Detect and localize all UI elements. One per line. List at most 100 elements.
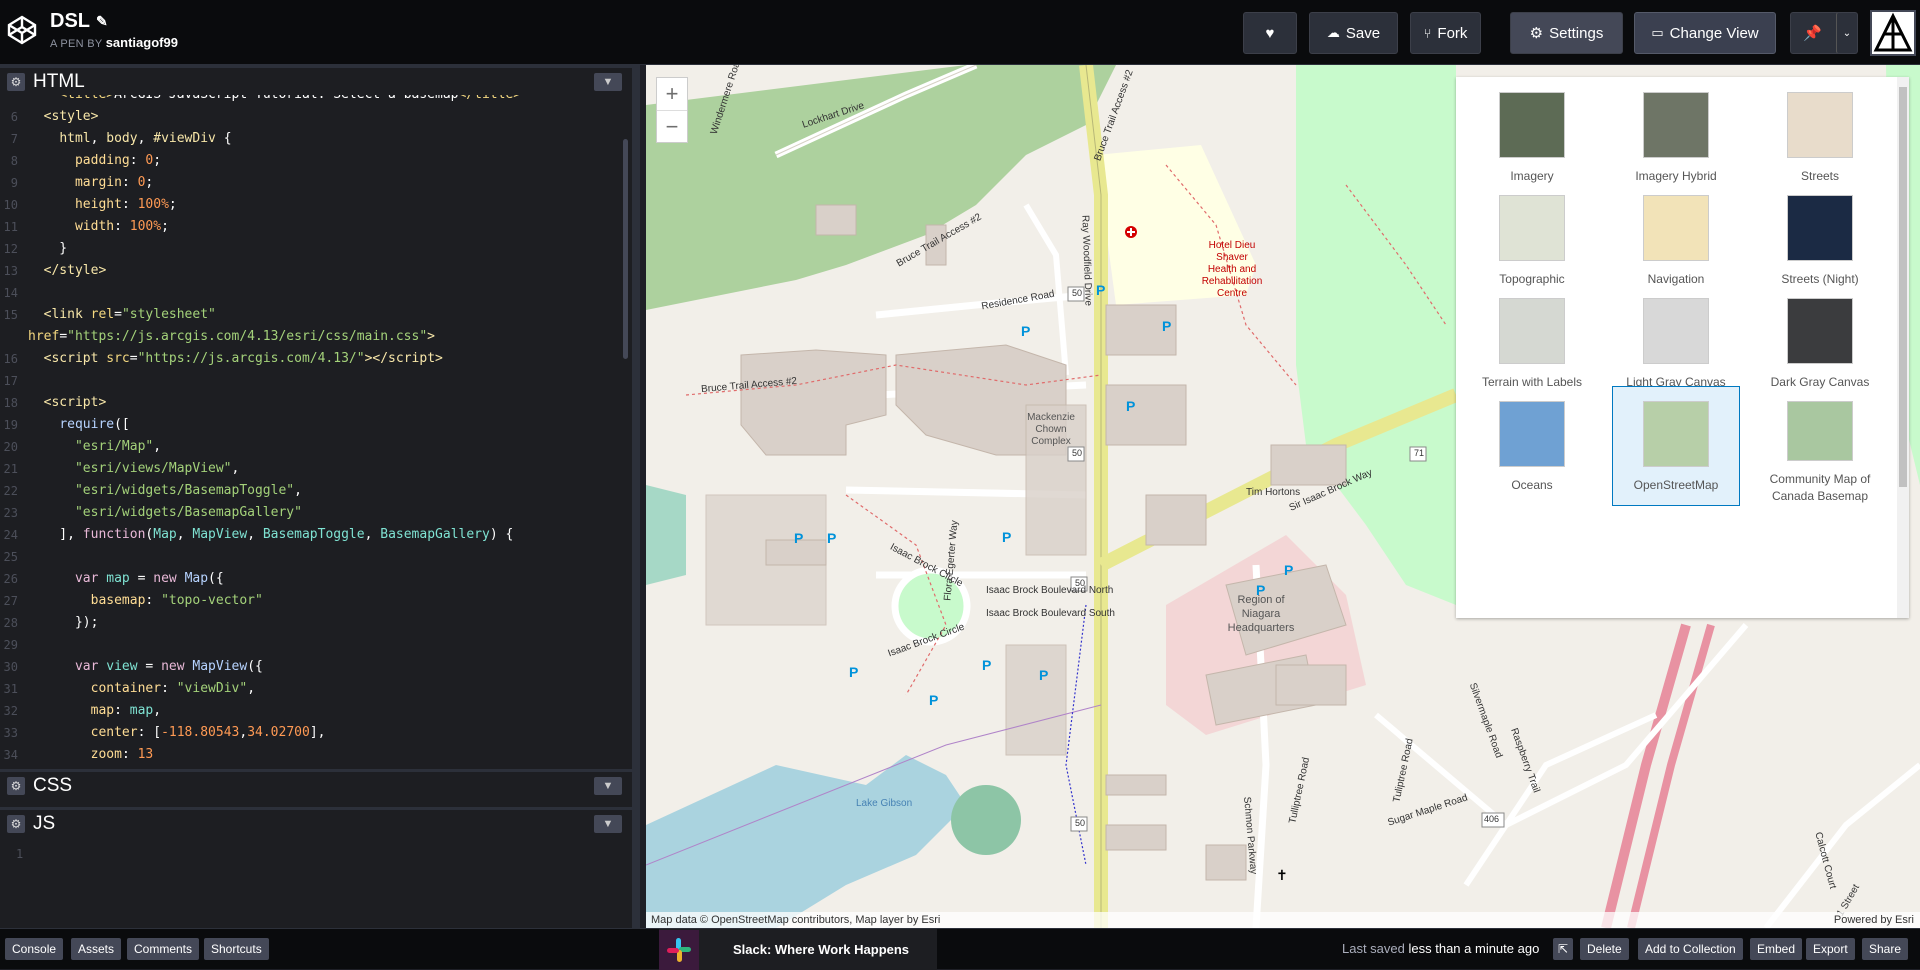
code-line[interactable]: 22 "esri/widgets/BasemapToggle",	[0, 480, 632, 502]
basemap-option[interactable]: Light Gray Canvas	[1612, 283, 1740, 403]
js-settings-gear-icon[interactable]: ⚙	[7, 814, 25, 833]
basemap-option[interactable]: Navigation	[1612, 180, 1740, 300]
code-line[interactable]: 20 "esri/Map",	[0, 436, 632, 458]
basemap-option[interactable]: Imagery	[1468, 77, 1596, 197]
assets-button[interactable]: Assets	[71, 938, 122, 960]
html-scrollbar[interactable]	[623, 139, 628, 359]
code-text: ], function(Map, MapView, BasemapToggle,…	[28, 527, 514, 542]
code-text: basemap: "topo-vector"	[90, 593, 263, 608]
code-line[interactable]: 18 <script>	[0, 392, 632, 414]
line-number: 34	[3, 748, 18, 762]
zoom-in-button[interactable]: +	[657, 78, 687, 110]
code-line[interactable]: 27 basemap: "topo-vector"	[0, 590, 632, 612]
settings-button[interactable]: ⚙ Settings	[1510, 12, 1623, 54]
code-line[interactable]: 15 <link rel="stylesheet"	[0, 304, 632, 326]
js-panel-chevron-down-icon[interactable]: ▼	[594, 815, 622, 833]
code-line[interactable]: 33 center: [-118.80543,34.02700],	[0, 722, 632, 744]
basemap-option[interactable]: Topographic	[1468, 180, 1596, 300]
share-button[interactable]: Share	[1862, 938, 1909, 960]
js-code-area[interactable]: 1	[0, 837, 632, 923]
code-line[interactable]: 10 height: 100%;	[0, 194, 632, 216]
basemap-option[interactable]: Streets	[1756, 77, 1884, 197]
zoom-out-button[interactable]: −	[657, 110, 687, 142]
avatar[interactable]	[1870, 10, 1916, 56]
open-external-button[interactable]: ⇱	[1553, 938, 1573, 960]
code-line[interactable]: 28 });	[0, 612, 632, 634]
shortcuts-button[interactable]: Shortcuts	[204, 938, 269, 960]
code-line[interactable]: 29	[0, 634, 632, 656]
basemap-label: Community Map of Canada Basemap	[1769, 472, 1871, 503]
svg-text:P: P	[1002, 529, 1011, 545]
code-text: padding: 0;	[74, 153, 162, 168]
basemap-option[interactable]: OpenStreetMap	[1612, 386, 1740, 506]
code-line[interactable]: <title>ArcGIS JavaScript Tutorial: Selec…	[0, 95, 632, 106]
code-line[interactable]: 14	[0, 282, 632, 304]
code-line[interactable]: 24 ], function(Map, MapView, BasemapTogg…	[0, 524, 632, 546]
console-button[interactable]: Console	[5, 938, 64, 960]
route-shield-label: 50	[1072, 448, 1083, 458]
html-settings-gear-icon[interactable]: ⚙	[7, 72, 25, 91]
code-text: "esri/views/MapView",	[74, 461, 240, 476]
code-line[interactable]: 16 <script src="https://js.arcgis.com/4.…	[0, 348, 632, 370]
change-view-button[interactable]: ▭ Change View	[1634, 12, 1776, 54]
code-line[interactable]: 32 map: map,	[0, 700, 632, 722]
svg-text:P: P	[1284, 562, 1293, 578]
ad-text: Slack: Where Work Happens	[733, 942, 910, 957]
author-link[interactable]: santiagof99	[106, 35, 178, 50]
pencil-icon[interactable]: ✎	[96, 13, 108, 30]
route-shield-label: 50	[1075, 818, 1086, 828]
basemap-option[interactable]: Dark Gray Canvas	[1756, 283, 1884, 403]
code-line[interactable]: 7 html, body, #viewDiv {	[0, 128, 632, 150]
code-line[interactable]: 25	[0, 546, 632, 568]
code-line[interactable]: 13 </style>	[0, 260, 632, 282]
code-line[interactable]: 6 <style>	[0, 106, 632, 128]
html-code-area[interactable]: <title>ArcGIS JavaScript Tutorial: Selec…	[0, 95, 632, 769]
heart-button[interactable]: ♥	[1243, 12, 1297, 54]
code-line[interactable]: 23 "esri/widgets/BasemapGallery"	[0, 502, 632, 524]
svg-text:P: P	[1162, 318, 1171, 334]
code-line[interactable]: 26 var map = new Map({	[0, 568, 632, 590]
saved-time: less than a minute ago	[1408, 941, 1540, 956]
basemap-option[interactable]: Streets (Night)	[1756, 180, 1884, 300]
pin-dropdown-button[interactable]: ⌄	[1836, 12, 1858, 54]
code-text: html, body, #viewDiv {	[59, 131, 232, 146]
basemap-option[interactable]: Community Map of Canada Basemap	[1756, 386, 1884, 506]
export-button[interactable]: Export	[1806, 938, 1855, 960]
line-number: 15	[3, 308, 18, 322]
basemap-option[interactable]: Terrain with Labels	[1468, 283, 1596, 403]
code-line[interactable]: 9 margin: 0;	[0, 172, 632, 194]
html-panel-chevron-down-icon[interactable]: ▼	[594, 73, 622, 91]
code-line[interactable]: 12 }	[0, 238, 632, 260]
layout-icon: ▭	[1651, 25, 1664, 40]
code-line[interactable]: 21 "esri/views/MapView",	[0, 458, 632, 480]
embed-button[interactable]: Embed	[1750, 938, 1803, 960]
code-line[interactable]: 11 width: 100%;	[0, 216, 632, 238]
code-editor: ⚙ HTML ▼ <title>ArcGIS JavaScript Tutori…	[0, 65, 640, 928]
code-text: <title>ArcGIS JavaScript Tutorial: Selec…	[28, 95, 521, 106]
code-line[interactable]: 17	[0, 370, 632, 392]
code-line[interactable]: 19 require([	[0, 414, 632, 436]
css-settings-gear-icon[interactable]: ⚙	[7, 776, 25, 795]
code-line[interactable]: 31 container: "viewDiv",	[0, 678, 632, 700]
gallery-scrollbar[interactable]	[1897, 77, 1909, 618]
pen-title[interactable]: DSL ✎	[50, 10, 178, 33]
basemap-option[interactable]: Oceans	[1468, 386, 1596, 506]
powered-by-esri[interactable]: Powered by Esri	[1834, 912, 1914, 928]
code-line[interactable]: 34 zoom: 13	[0, 744, 632, 766]
map-label: Hotel Dieu Shaver Health and Rehabilitat…	[1201, 240, 1263, 299]
code-text: width: 100%;	[74, 219, 169, 234]
line-number: 30	[3, 660, 18, 674]
delete-button[interactable]: Delete	[1580, 938, 1629, 960]
basemap-option[interactable]: Imagery Hybrid	[1612, 77, 1740, 197]
code-line[interactable]: 8 padding: 0;	[0, 150, 632, 172]
save-button[interactable]: ☁ Save	[1309, 12, 1398, 54]
comments-button[interactable]: Comments	[127, 938, 200, 960]
sponsor-ad[interactable]: Slack: Where Work Happens	[659, 929, 937, 970]
add-to-collection-button[interactable]: Add to Collection	[1638, 938, 1743, 960]
code-line[interactable]: 30 var view = new MapView({	[0, 656, 632, 678]
codepen-logo-icon[interactable]	[6, 14, 38, 46]
code-line[interactable]: href="https://js.arcgis.com/4.13/esri/cs…	[0, 326, 632, 348]
css-panel-chevron-down-icon[interactable]: ▼	[594, 777, 622, 795]
fork-button[interactable]: ⑂ Fork	[1410, 12, 1481, 54]
map-view[interactable]: PPP PPP PPP PPP P ✝ Lockhart Drive Winde…	[646, 65, 1920, 928]
